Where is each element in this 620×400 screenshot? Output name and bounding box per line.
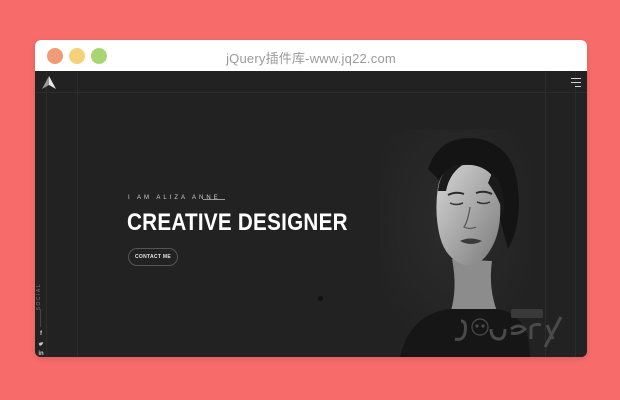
facebook-icon[interactable]: f: [38, 331, 44, 337]
grid-line: [35, 92, 587, 93]
logo-icon[interactable]: [41, 75, 57, 91]
site-viewport: I AM ALIZA ANNE CREATIVE DESIGNER CONTAC…: [35, 71, 587, 357]
menu-icon[interactable]: [571, 78, 581, 87]
twitter-icon[interactable]: [38, 341, 44, 347]
intro-text: I AM ALIZA ANNE: [128, 195, 221, 201]
cursor-dot: [318, 296, 323, 301]
watermark-logo: [454, 309, 563, 348]
window-title: jQuery插件库-www.jq22.com: [226, 51, 396, 66]
hero-headline: CREATIVE DESIGNER: [127, 209, 348, 236]
contact-me-button[interactable]: CONTACT ME: [128, 248, 178, 266]
title-bar: jQuery插件库-www.jq22.com: [35, 40, 587, 71]
grid-line: [77, 71, 78, 357]
grid-line: [46, 71, 47, 357]
social-divider: [40, 309, 41, 327]
browser-window: jQuery插件库-www.jq22.com I AM ALIZA ANNE C…: [35, 40, 587, 357]
intro-divider: [203, 199, 225, 200]
social-label: SOCIAL: [36, 283, 42, 311]
linkedin-icon[interactable]: in: [38, 351, 44, 357]
